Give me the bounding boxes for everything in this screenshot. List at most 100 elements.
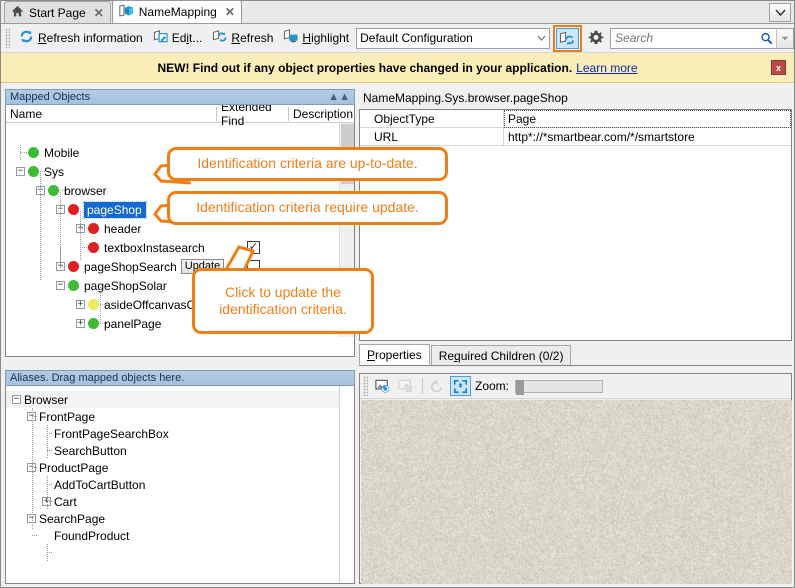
alias-node-label[interactable]: SearchButton xyxy=(54,444,127,458)
aliases-scrollbar[interactable] xyxy=(339,386,354,582)
tree-node-label[interactable]: asideOffcanvasCar xyxy=(104,298,206,312)
tree-node-browser[interactable]: −browser xyxy=(36,181,107,200)
property-value[interactable]: Page xyxy=(504,110,791,128)
alias-node-foundproduct[interactable]: FoundProduct xyxy=(42,527,129,544)
tab-list-dropdown-button[interactable] xyxy=(769,3,791,22)
tree-node-label[interactable]: pageShopSearch xyxy=(84,260,177,274)
tree-node-panelpage[interactable]: + panelPage xyxy=(76,314,161,333)
tree-connector xyxy=(60,190,68,191)
object-preview-image xyxy=(361,400,792,584)
alias-node-label[interactable]: Cart xyxy=(54,495,77,509)
table-row[interactable]: URL http*://*smartbear.com/*/smartstore xyxy=(360,128,791,146)
tree-connector xyxy=(47,476,48,510)
refresh-information-label: Refresh information xyxy=(38,31,143,45)
tree-connector xyxy=(47,484,53,485)
tree-connector xyxy=(80,211,81,261)
column-description[interactable]: Description xyxy=(289,105,341,123)
collapse-node-icon[interactable]: − xyxy=(12,395,21,404)
column-extended-find[interactable]: Extended Find xyxy=(217,105,288,123)
tab-namemapping[interactable]: NameMapping ✕ xyxy=(112,0,242,23)
alias-node-label[interactable]: SearchPage xyxy=(39,512,105,526)
toolbar-grip[interactable] xyxy=(5,28,10,48)
alias-node-label[interactable]: FrontPageSearchBox xyxy=(54,427,169,441)
zoom-slider-thumb[interactable] xyxy=(516,380,524,395)
tree-node-label[interactable]: textboxInstasearch xyxy=(104,241,205,255)
refresh-image-icon[interactable] xyxy=(372,376,393,396)
tab-start-page[interactable]: Start Page ✕ xyxy=(4,1,111,23)
notification-bar: NEW! Find out if any object properties h… xyxy=(1,53,794,83)
tree-node-pageshopsolar[interactable]: − pageShopSolar xyxy=(56,276,167,295)
mapped-objects-title: Mapped Objects xyxy=(10,91,90,103)
magnifier-icon[interactable] xyxy=(756,32,776,45)
settings-button[interactable] xyxy=(588,30,604,46)
refresh-information-button[interactable]: Refresh information xyxy=(14,26,148,50)
search-options-dropdown[interactable] xyxy=(776,29,793,48)
tree-node-pageshop[interactable]: −pageShop xyxy=(56,200,146,219)
properties-table[interactable]: ObjectType Page URL http*://*smartbear.c… xyxy=(359,109,792,341)
alias-node-label[interactable]: FoundProduct xyxy=(54,529,129,543)
tab-label: NameMapping xyxy=(139,5,217,19)
preview-toolbar-grip[interactable] xyxy=(363,376,368,396)
search-field[interactable]: Search xyxy=(610,28,794,49)
alias-node-searchbutton[interactable]: SearchButton xyxy=(42,442,127,459)
configuration-dropdown[interactable]: Default Configuration xyxy=(356,28,550,49)
tree-node-label[interactable]: panelPage xyxy=(104,317,161,331)
table-row[interactable]: ObjectType Page xyxy=(360,110,791,128)
tree-node-label[interactable]: pageShopSolar xyxy=(84,279,167,293)
search-input[interactable]: Search xyxy=(615,31,756,45)
collapse-node-icon[interactable]: − xyxy=(16,167,25,176)
chevron-down-icon[interactable] xyxy=(533,29,549,48)
close-icon[interactable]: ✕ xyxy=(225,6,235,18)
tree-node-label[interactable]: header xyxy=(104,222,141,236)
refresh-button[interactable]: Refresh xyxy=(207,26,278,50)
tree-connector xyxy=(47,552,53,553)
status-dot-green xyxy=(28,166,39,177)
column-name[interactable]: Name xyxy=(6,105,216,123)
highlight-icon xyxy=(283,29,298,47)
tree-node-label[interactable]: browser xyxy=(64,184,107,198)
alias-node-label[interactable]: Browser xyxy=(24,393,68,407)
chevron-up-icon[interactable]: ▲▲ xyxy=(328,91,350,103)
alias-node-frontpagesearchbox[interactable]: FrontPageSearchBox xyxy=(42,425,169,442)
collapse-node-icon[interactable]: − xyxy=(56,281,65,290)
tree-connector xyxy=(47,425,48,459)
expand-node-icon[interactable]: + xyxy=(76,300,85,309)
tab-required-children-label: Required Children (0/2) xyxy=(439,349,564,363)
callout-up-to-date: Identification criteria are up-to-date. xyxy=(167,147,448,181)
fit-to-window-icon[interactable] xyxy=(450,376,471,396)
alias-node-label[interactable]: FrontPage xyxy=(39,410,95,424)
callout-click-update: Click to update the identification crite… xyxy=(192,268,374,334)
learn-more-link[interactable]: Learn more xyxy=(576,61,637,75)
alias-node-label[interactable]: AddToCartButton xyxy=(54,478,145,492)
zoom-slider[interactable] xyxy=(515,380,603,393)
tree-node-textboxinstasearch[interactable]: textboxInstasearch xyxy=(76,238,205,257)
tab-required-children[interactable]: Required Children (0/2) xyxy=(431,345,572,365)
gear-icon xyxy=(588,30,604,46)
tab-properties[interactable]: Properties xyxy=(359,344,430,365)
expand-node-icon[interactable]: + xyxy=(76,319,85,328)
alias-node-browser[interactable]: −Browser xyxy=(6,391,339,408)
tree-connector xyxy=(47,433,53,434)
update-identification-criteria-button[interactable] xyxy=(556,28,579,49)
tree-connector xyxy=(32,408,33,530)
edit-button[interactable]: Edit... xyxy=(148,26,208,50)
alias-node-addtocartbutton[interactable]: AddToCartButton xyxy=(42,476,145,493)
tree-connector xyxy=(40,171,48,172)
tree-node-asideoffcanvascar[interactable]: + asideOffcanvasCar xyxy=(76,295,206,314)
close-icon[interactable]: ✕ xyxy=(94,7,104,19)
aliases-tree[interactable]: −Browser− FrontPage FrontPageSearchBox Sear… xyxy=(6,386,354,582)
tree-node-label[interactable]: Mobile xyxy=(44,146,79,160)
refresh-icon xyxy=(19,29,34,47)
edit-label: Edit... xyxy=(172,31,203,45)
tree-node-label[interactable]: pageShop xyxy=(84,202,146,218)
close-notification-button[interactable]: x xyxy=(771,60,786,75)
tree-connector xyxy=(20,145,21,161)
status-dot-red xyxy=(68,204,79,215)
property-value[interactable]: http*://*smartbear.com/*/smartstore xyxy=(504,128,791,146)
alias-node-searchpage[interactable]: −SearchPage xyxy=(27,510,105,527)
alias-node-productpage[interactable]: −ProductPage xyxy=(27,459,108,476)
callout-text: Identification criteria require update. xyxy=(196,199,419,217)
tree-connector xyxy=(40,173,41,281)
highlight-button[interactable]: Highlight xyxy=(278,26,354,50)
alias-node-label[interactable]: ProductPage xyxy=(39,461,108,475)
